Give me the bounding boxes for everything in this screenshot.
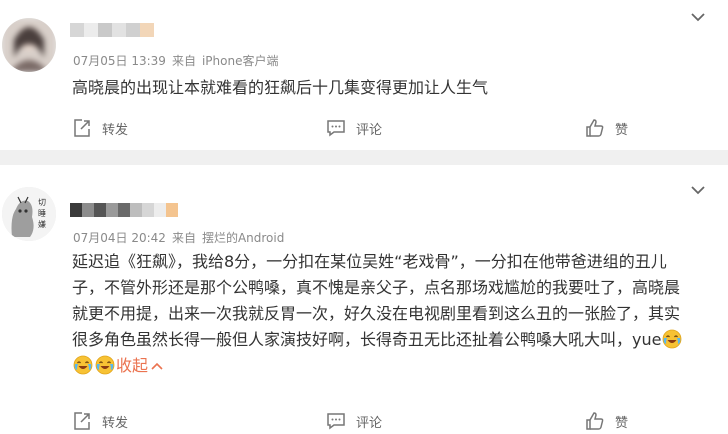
comment-line-with-emoji: 很多角色虽然长得一般但人家演技好啊，长得奇丑无比还扯着公鸭嗓大吼大叫，yue (72, 327, 712, 353)
crying-laughing-emoji-icon (663, 329, 682, 349)
chevron-down-icon[interactable] (688, 10, 708, 24)
comment-card-1: 07月05日 13:39 来自 iPhone客户端 高晓晨的出现让本就难看的狂飙后十… (0, 0, 728, 150)
source-label[interactable]: iPhone客户端 (202, 54, 279, 68)
username[interactable] (70, 200, 180, 218)
repost-icon (74, 412, 90, 430)
chevron-up-icon (151, 362, 163, 370)
avatar[interactable]: 切 睡 嫌 (2, 187, 56, 241)
svg-text:睡: 睡 (38, 209, 46, 218)
like-label: 赞 (615, 122, 629, 138)
chevron-down-icon[interactable] (688, 183, 708, 197)
comment-line: 很多角色虽然长得一般但人家演技好啊，长得奇丑无比还扯着公鸭嗓大吼大叫，yue (72, 330, 662, 349)
source-label[interactable]: 摆烂的Android (202, 231, 284, 245)
comment-line: 延迟追《狂飙》，我给8分，一分扣在某位吴姓“老戏骨”，一分扣在他带爸进组的丑儿 (72, 252, 667, 271)
avatar[interactable] (2, 18, 56, 72)
card-separator (0, 150, 728, 165)
comment-icon (327, 413, 345, 430)
like-button[interactable]: 赞 (585, 408, 628, 434)
repost-button[interactable]: 转发 (72, 115, 128, 141)
comment-text: 延迟追《狂飙》，我给8分，一分扣在某位吴姓“老戏骨”，一分扣在他带爸进组的丑儿 … (72, 249, 712, 379)
comment-line-tail: 收起 (72, 353, 712, 379)
collapse-label: 收起 (116, 356, 149, 375)
comment-meta: 07月05日 13:39 来自 iPhone客户端 (73, 52, 278, 69)
username[interactable] (70, 20, 160, 38)
collapse-link[interactable]: 收起 (116, 356, 164, 375)
comment-date: 07月04日 20:42 (73, 231, 166, 245)
username-mosaic (70, 22, 154, 37)
avatar-image: 切 睡 嫌 (2, 187, 56, 241)
comment-meta: 07月04日 20:42 来自 摆烂的Android (73, 229, 284, 246)
comment-line: 子，不管外形还是那个公鸭嗓，真不愧是亲父子，点名那场戏尴尬的我要吐了，高晓晨 (72, 278, 681, 297)
avatar-text: 切 (38, 198, 46, 207)
comment-label: 评论 (356, 122, 383, 138)
comment-icon (327, 120, 345, 137)
comment-text: 高晓晨的出现让本就难看的狂飙后十几集变得更加让人生气 (72, 78, 489, 97)
repost-label: 转发 (102, 122, 129, 138)
svg-text:嫌: 嫌 (38, 219, 46, 229)
thumbs-up-icon (586, 119, 604, 137)
comment-button[interactable]: 评论 (326, 115, 382, 141)
source-prefix: 来自 (171, 54, 196, 68)
comment-date: 07月05日 13:39 (73, 54, 166, 68)
source-prefix: 来自 (171, 231, 196, 245)
crying-laughing-emoji-icon (73, 355, 93, 375)
comment-card-2: 切 睡 嫌 07月04日 20:42 来自 摆烂的Android 延迟追《狂飙》，我… (0, 165, 728, 431)
repost-icon (74, 119, 90, 137)
like-label: 赞 (615, 415, 629, 431)
comment-button[interactable]: 评论 (326, 408, 382, 434)
action-bar: 转发 评论 赞 (0, 408, 728, 434)
like-button[interactable]: 赞 (585, 115, 628, 141)
repost-button[interactable]: 转发 (72, 408, 128, 434)
avatar-image (2, 18, 56, 72)
action-bar: 转发 评论 赞 (0, 115, 728, 141)
comment-line: 就更不用提，出来一次我就反胃一次，好久没在电视剧里看到这么丑的一张脸了，其实 (72, 304, 681, 323)
repost-label: 转发 (102, 415, 129, 431)
comment-label: 评论 (356, 415, 383, 431)
thumbs-up-icon (586, 412, 604, 430)
crying-laughing-emoji-icon (95, 355, 115, 375)
username-mosaic (70, 202, 178, 217)
